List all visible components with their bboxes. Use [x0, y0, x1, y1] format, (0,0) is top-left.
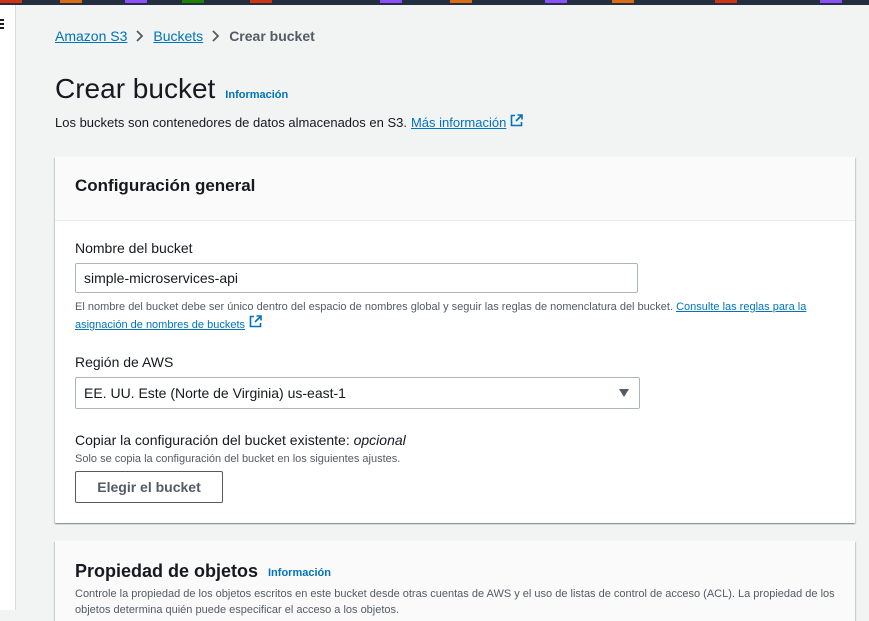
breadcrumb: Amazon S3 Buckets Crear bucket: [55, 28, 315, 44]
page-description: Los buckets son contenedores de datos al…: [55, 114, 524, 130]
chevron-right-icon: [136, 30, 144, 42]
tab-marker: [0, 0, 22, 3]
tab-marker: [380, 0, 402, 3]
breadcrumb-amazon-s3[interactable]: Amazon S3: [55, 28, 127, 44]
tab-marker: [545, 0, 567, 3]
breadcrumb-current: Crear bucket: [229, 28, 315, 44]
caret-down-icon: [619, 389, 629, 397]
tab-marker: [250, 0, 272, 3]
object-ownership-panel: Propiedad de objetos Información Control…: [55, 541, 855, 621]
copy-settings-label-text: Copiar la configuración del bucket exist…: [75, 432, 350, 448]
tab-marker: [450, 0, 472, 3]
panel-header: Configuración general: [55, 157, 855, 221]
choose-bucket-button[interactable]: Elegir el bucket: [75, 471, 223, 503]
bucket-name-hint: El nombre del bucket debe ser único dent…: [75, 299, 815, 333]
top-navigation-strip: [0, 0, 869, 5]
tab-marker: [715, 0, 737, 3]
general-configuration-panel: Configuración general Nombre del bucket …: [55, 157, 855, 523]
bucket-name-input[interactable]: [75, 263, 638, 293]
more-info-link-label: Más información: [410, 114, 507, 130]
page-description-text: Los buckets son contenedores de datos al…: [55, 114, 407, 130]
panel-description: Controle la propiedad de los objetos esc…: [75, 588, 835, 616]
external-link-icon: [510, 114, 524, 130]
tab-marker: [60, 0, 82, 3]
panel-title: Propiedad de objetos: [75, 561, 259, 581]
bucket-name-hint-text: El nombre del bucket debe ser único dent…: [75, 301, 674, 313]
tab-marker: [182, 0, 204, 3]
more-info-link[interactable]: Más información: [410, 114, 524, 130]
aws-region-select[interactable]: EE. UU. Este (Norte de Virginia) us-east…: [75, 377, 640, 409]
copy-settings-label: Copiar la configuración del bucket exist…: [75, 432, 406, 448]
aws-region-value: EE. UU. Este (Norte de Virginia) us-east…: [84, 385, 346, 401]
copy-settings-hint: Solo se copia la configuración del bucke…: [75, 453, 401, 465]
breadcrumb-buckets[interactable]: Buckets: [153, 28, 203, 44]
tab-marker: [820, 0, 842, 3]
info-link[interactable]: Información: [225, 89, 288, 101]
info-link[interactable]: Información: [268, 567, 331, 579]
tab-marker: [125, 0, 147, 3]
bucket-name-label: Nombre del bucket: [75, 240, 193, 256]
tab-marker: [612, 0, 634, 3]
optional-tag: opcional: [353, 432, 406, 448]
page-title: Crear bucket: [55, 73, 216, 104]
page-header: Crear bucket Información: [55, 73, 288, 105]
chevron-right-icon: [212, 30, 220, 42]
menu-icon[interactable]: [0, 19, 8, 33]
side-navigation-rail: [0, 5, 16, 610]
panel-header: Propiedad de objetos Información Control…: [55, 541, 855, 621]
panel-title: Configuración general: [75, 176, 256, 195]
external-link-icon: [249, 315, 262, 333]
aws-region-label: Región de AWS: [75, 354, 174, 370]
